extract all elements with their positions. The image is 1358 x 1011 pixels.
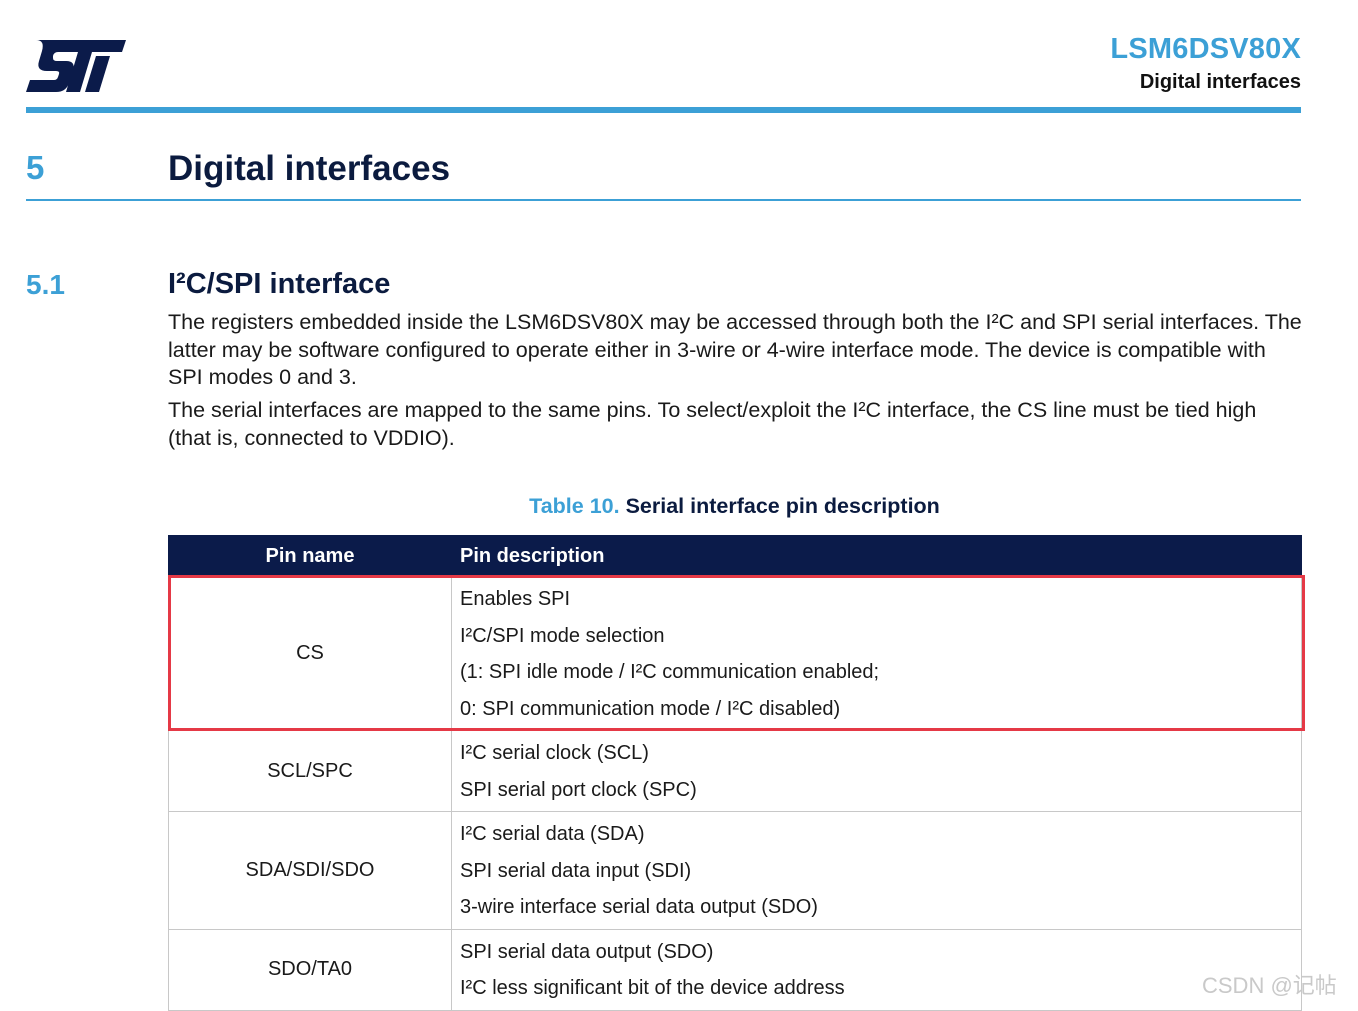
serial-interface-pin-table: Pin name Pin description CS Enables SPI … <box>168 535 1302 1011</box>
column-header-pin-description: Pin description <box>451 535 1302 577</box>
subsection-number: 5.1 <box>26 269 65 300</box>
pin-description-cell: Enables SPI I²C/SPI mode selection (1: S… <box>451 576 1302 731</box>
pin-name-cell: CS <box>168 576 452 731</box>
section-title: Digital interfaces <box>168 149 451 188</box>
header-rule <box>26 107 1301 113</box>
table-caption-title: Serial interface pin description <box>625 494 940 518</box>
subsection-title: I²C/SPI interface <box>168 268 391 300</box>
pin-description-cell: I²C serial clock (SCL) SPI serial port c… <box>451 730 1302 812</box>
pin-name-cell: SDA/SDI/SDO <box>168 811 452 930</box>
document-subtitle: Digital interfaces <box>1139 71 1301 93</box>
table-row: SDO/TA0 SPI serial data output (SDO) I²C… <box>168 928 1302 1011</box>
section-number: 5 <box>26 149 45 186</box>
csdn-watermark: CSDN @记帖 <box>1202 973 1337 998</box>
table-caption-number: Table 10. <box>529 494 620 518</box>
table-row: SDA/SDI/SDO I²C serial data (SDA) SPI se… <box>168 811 1302 930</box>
description-line: SPI serial data input (SDI) <box>460 859 692 882</box>
description-line: SPI serial port clock (SPC) <box>460 778 697 801</box>
pin-description-cell: SPI serial data output (SDO) I²C less si… <box>451 928 1302 1011</box>
description-line: Enables SPI <box>460 588 571 610</box>
description-line: I²C serial clock (SCL) <box>460 742 649 764</box>
table-row: CS Enables SPI I²C/SPI mode selection (1… <box>168 576 1302 731</box>
description-line: 0: SPI communication mode / I²C disabled… <box>460 697 841 720</box>
column-header-pin-name: Pin name <box>168 535 452 577</box>
table-caption: Table 10. Serial interface pin descripti… <box>168 494 1301 519</box>
paragraph-pin-mapping: The serial interfaces are mapped to the … <box>168 398 1257 450</box>
pin-name-cell: SCL/SPC <box>168 730 452 812</box>
description-line: SPI serial data output (SDO) <box>460 940 714 963</box>
pin-name-cell: SDO/TA0 <box>168 928 452 1011</box>
table-header-row: Pin name Pin description <box>168 535 1302 577</box>
description-line: I²C serial data (SDA) <box>460 823 645 845</box>
document-title: LSM6DSV80X <box>1110 33 1301 65</box>
paragraph-registers: The registers embedded inside the LSM6DS… <box>168 310 1302 389</box>
section-rule <box>26 199 1301 201</box>
pin-description-cell: I²C serial data (SDA) SPI serial data in… <box>451 811 1302 930</box>
st-logo <box>26 40 126 92</box>
description-line: I²C less significant bit of the device a… <box>460 977 845 999</box>
description-line: I²C/SPI mode selection <box>460 624 665 647</box>
table-row: SCL/SPC I²C serial clock (SCL) SPI seria… <box>168 730 1302 812</box>
description-line: 3-wire interface serial data output (SDO… <box>460 896 818 918</box>
description-line: (1: SPI idle mode / I²C communication en… <box>460 661 880 683</box>
